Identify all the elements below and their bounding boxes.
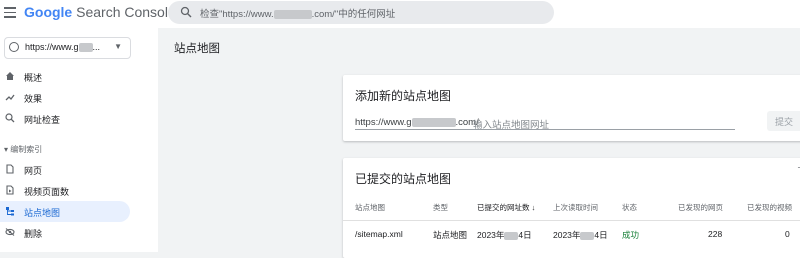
column-header-last-read[interactable]: 上次读取时间	[553, 202, 598, 213]
arrow-down-icon: ↓	[531, 203, 536, 212]
sidebar-item-label: 网址检查	[24, 115, 61, 125]
remove-visibility-icon	[5, 228, 15, 236]
cell-discovered-pages: 228	[708, 229, 723, 239]
sidebar: https://www.g... ▼ 概述 效果 网址检查 ▾ 编制索引 网页 …	[0, 28, 158, 252]
redacted-date	[580, 231, 595, 240]
sitemap-url-prefix: https://www.g .com/	[355, 117, 479, 128]
cell-last-read-post: 4日	[594, 230, 608, 240]
cell-sitemap: /sitemap.xml	[355, 229, 403, 239]
cell-discovered-videos: 0	[785, 229, 790, 239]
cell-last-read-pre: 2023年	[553, 230, 581, 240]
cell-submitted: 2023年 4日	[477, 229, 532, 241]
trending-up-icon	[5, 94, 15, 101]
cell-submitted-pre: 2023年	[477, 230, 505, 240]
sitemap-icon	[6, 207, 14, 216]
property-url-suffix: ...	[92, 42, 101, 52]
redacted-domain	[273, 9, 312, 19]
column-header-status[interactable]: 状态	[622, 202, 637, 213]
menu-icon[interactable]	[4, 7, 16, 19]
logo-product: Search Console	[76, 4, 176, 20]
sidebar-item-label: 网页	[24, 166, 43, 176]
sidebar-item-label: 站点地图	[24, 208, 61, 218]
add-sitemap-card: 添加新的站点地图 https://www.g .com/ 输入站点地图网址 提交	[343, 75, 800, 141]
property-url: https://www.g...	[25, 42, 101, 53]
sidebar-item-label: 效果	[24, 94, 43, 104]
app-logo[interactable]: Google Search Console	[24, 4, 176, 20]
cell-status: 成功	[622, 230, 640, 240]
property-url-prefix: https://www.g	[25, 42, 79, 52]
column-header-submitted[interactable]: 已提交的网址数 ↓	[477, 202, 535, 213]
chevron-down-icon: ▼	[114, 42, 122, 51]
submit-button[interactable]: 提交	[767, 111, 800, 131]
chevron-down-icon: ▾	[4, 145, 9, 154]
redacted-domain	[78, 43, 93, 53]
column-header-discovered-pages[interactable]: 已发现的网页	[678, 202, 723, 213]
cell-submitted-post: 4日	[518, 230, 532, 240]
card-title: 添加新的站点地图	[355, 89, 452, 103]
cell-type: 站点地图	[433, 230, 468, 240]
globe-icon	[9, 42, 19, 52]
column-header-label: 已提交的网址数	[477, 203, 530, 212]
section-indexing[interactable]: ▾ 编制索引	[4, 144, 42, 155]
url-prefix-pre: https://www.g	[355, 117, 412, 128]
sidebar-item-pages[interactable]: 网页	[0, 159, 130, 180]
url-inspection-search[interactable]: 检查"https://www. .com/"中的任何网址	[168, 1, 554, 24]
top-bar: Google Search Console 检查"https://www. .co…	[0, 0, 800, 28]
sidebar-item-label: 概述	[24, 73, 43, 83]
video-file-icon	[6, 185, 14, 195]
sidebar-item-video-pages[interactable]: 视频页面数	[0, 180, 130, 201]
search-input[interactable]: 检查"https://www. .com/"中的任何网址	[200, 6, 395, 20]
sidebar-item-sitemaps[interactable]: 站点地图	[0, 201, 130, 222]
redacted-domain	[411, 117, 456, 127]
submitted-sitemaps-card: 已提交的站点地图 ⊤ 站点地图 类型 已提交的网址数 ↓ 上次读取时间 状态 已…	[343, 158, 800, 258]
card-title: 已提交的站点地图	[355, 172, 452, 186]
search-placeholder-pre: 检查"https://www.	[200, 9, 274, 20]
redacted-date	[504, 231, 519, 240]
column-header-discovered-videos[interactable]: 已发现的视频	[747, 202, 792, 213]
logo-google: Google	[24, 4, 73, 20]
sidebar-item-overview[interactable]: 概述	[0, 66, 130, 87]
sidebar-item-url-inspection[interactable]: 网址检查	[0, 108, 130, 129]
input-underline	[355, 129, 735, 130]
section-label: 编制索引	[10, 145, 43, 154]
search-icon	[5, 113, 15, 123]
sidebar-item-performance[interactable]: 效果	[0, 87, 130, 108]
submit-button-label: 提交	[775, 117, 794, 127]
home-icon	[6, 72, 14, 80]
page-title: 站点地图	[174, 43, 220, 55]
search-icon	[180, 6, 192, 18]
sidebar-item-removals[interactable]: 删除	[0, 222, 130, 243]
sidebar-item-label: 删除	[24, 229, 43, 239]
property-selector[interactable]: https://www.g... ▼	[4, 37, 131, 59]
header-divider	[343, 220, 800, 221]
cell-last-read: 2023年 4日	[553, 229, 608, 241]
sidebar-item-label: 视频页面数	[24, 187, 70, 197]
column-header-sitemap[interactable]: 站点地图	[355, 202, 385, 213]
search-placeholder-post: .com/"中的任何网址	[311, 9, 396, 20]
file-icon	[6, 164, 14, 174]
column-header-type[interactable]: 类型	[433, 202, 448, 213]
